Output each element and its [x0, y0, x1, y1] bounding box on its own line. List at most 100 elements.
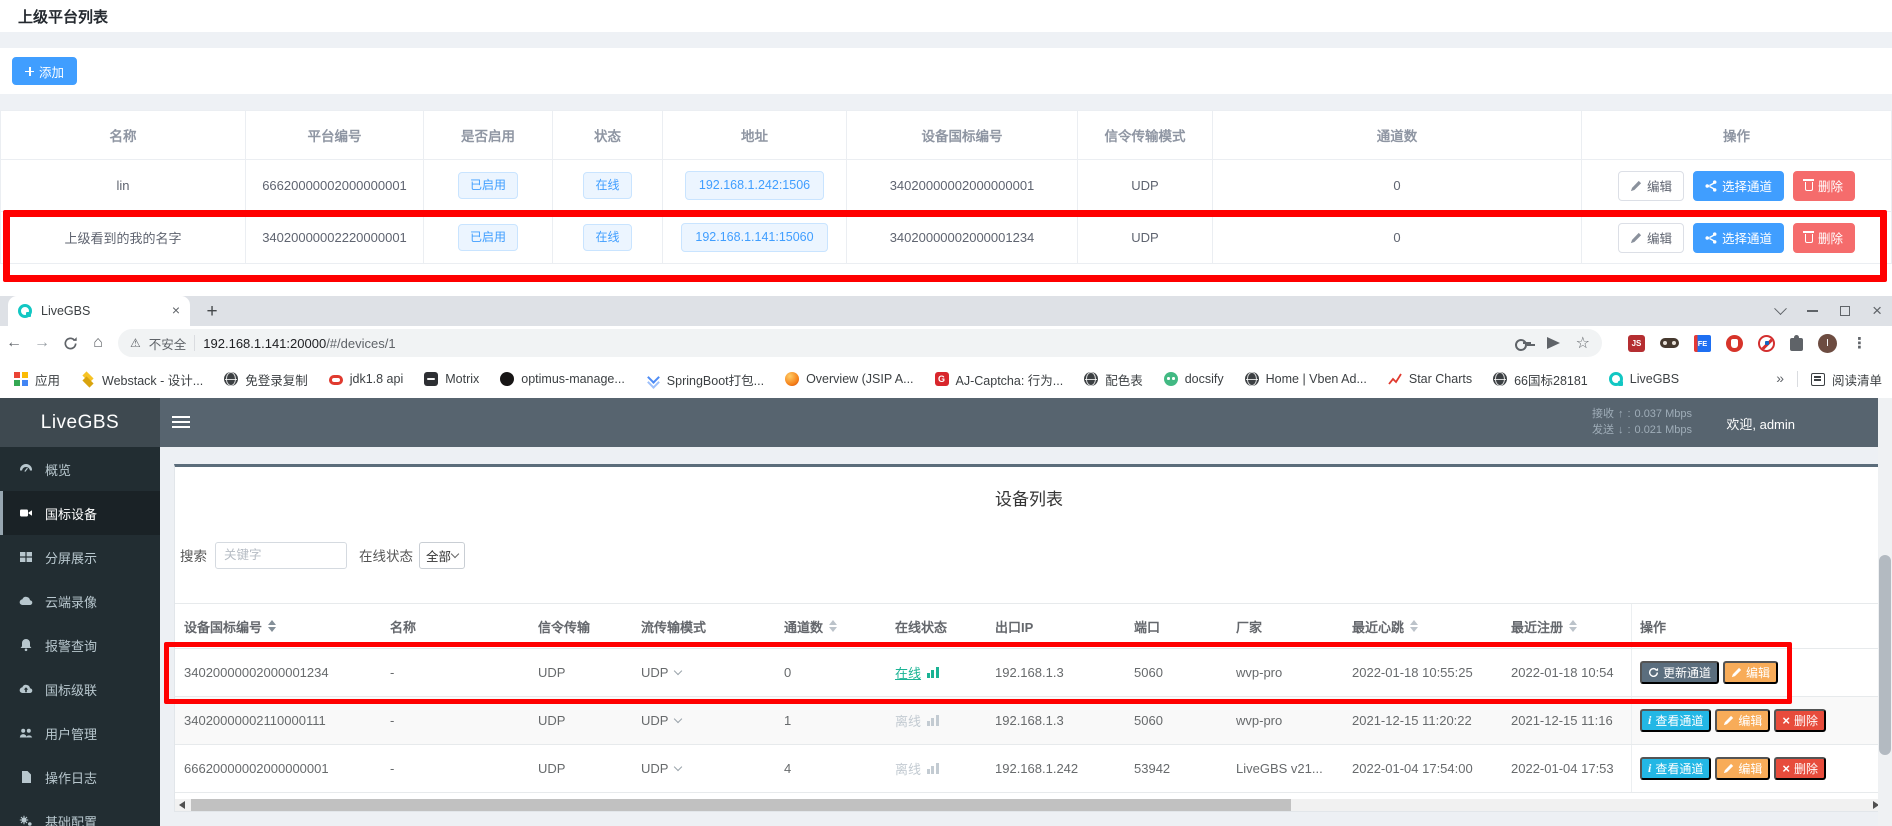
delete-button[interactable]: 删除 — [1793, 223, 1855, 253]
col-heartbeat[interactable]: 最近心跳 — [1352, 617, 1511, 636]
device-id-cell[interactable]: 34020000002000001234 — [175, 665, 390, 680]
bookmark-item[interactable]: docsify — [1164, 372, 1224, 386]
edit-button[interactable]: 编辑 — [1618, 171, 1684, 201]
bookmark-item[interactable]: 免登录复制 — [224, 370, 308, 389]
js-extension-icon[interactable] — [1628, 335, 1645, 352]
app-brand[interactable]: LiveGBS — [0, 398, 160, 447]
reading-list-button[interactable]: 阅读清单 — [1811, 370, 1882, 389]
horizontal-scrollbar[interactable] — [175, 799, 1883, 811]
device-id-cell[interactable]: 34020000002110000111 — [175, 713, 390, 728]
incognito-glasses-icon[interactable] — [1660, 338, 1679, 348]
new-tab-button[interactable] — [200, 300, 224, 324]
stream-mode-cell[interactable]: UDP — [641, 713, 784, 728]
extensions-puzzle-icon[interactable] — [1790, 338, 1803, 351]
edit-button[interactable]: 编辑 — [1723, 661, 1778, 684]
col-device-id[interactable]: 设备国标编号 — [175, 617, 390, 636]
sidebar-item-overview[interactable]: 概览 — [0, 447, 160, 491]
sidebar-item-alarm-query[interactable]: 报警查询 — [0, 623, 160, 667]
search-input[interactable] — [215, 542, 347, 569]
online-status[interactable]: 在线 — [895, 663, 921, 682]
minimize-icon[interactable] — [1807, 310, 1818, 312]
vertical-scrollbar[interactable] — [1878, 398, 1892, 826]
profile-avatar[interactable] — [1818, 334, 1837, 353]
bookmark-item[interactable]: 配色表 — [1084, 370, 1143, 389]
bookmark-item[interactable]: Motrix — [424, 372, 479, 386]
bar-chart-icon[interactable] — [927, 715, 939, 726]
stream-mode-cell[interactable]: UDP — [641, 761, 784, 776]
chevron-down-icon[interactable] — [1774, 302, 1787, 315]
sidebar-item-split-screen[interactable]: 分屏展示 — [0, 535, 160, 579]
sidebar-item-gb-cascade[interactable]: 国标级联 — [0, 667, 160, 711]
back-button[interactable] — [0, 329, 28, 357]
fe-extension-icon[interactable] — [1694, 335, 1711, 352]
send-icon[interactable] — [1547, 337, 1560, 349]
sidebar-item-basic-config[interactable]: 基础配置 — [0, 799, 160, 826]
bookmarks-overflow-icon[interactable] — [1776, 370, 1784, 388]
col-register[interactable]: 最近注册 — [1511, 617, 1622, 636]
edit-button[interactable]: 编辑 — [1715, 709, 1770, 732]
platform-row[interactable]: lin 66620000002000000001 已启用 在线 192.168.… — [0, 160, 1892, 212]
sidebar-item-user-management[interactable]: 用户管理 — [0, 711, 160, 755]
sort-icon[interactable] — [829, 620, 837, 632]
stream-mode-cell[interactable]: UDP — [641, 665, 784, 680]
password-key-icon[interactable] — [1515, 339, 1531, 347]
bookmark-item[interactable]: 66国标28181 — [1493, 370, 1588, 389]
delete-button[interactable]: 删除 — [1774, 709, 1826, 732]
browser-menu-icon[interactable] — [1852, 334, 1867, 353]
scroll-left-arrow[interactable] — [179, 801, 185, 809]
bar-chart-icon[interactable] — [927, 667, 939, 678]
browser-tab[interactable]: LiveGBS — [8, 296, 190, 326]
reload-button[interactable] — [56, 329, 84, 357]
delete-button[interactable]: 删除 — [1793, 171, 1855, 201]
bookmark-item[interactable]: Home | Vben Ad... — [1245, 372, 1367, 386]
view-channels-button[interactable]: 查看通道 — [1640, 757, 1711, 780]
address-bar[interactable]: 不安全 192.168.1.141:20000/#/devices/1 — [118, 329, 1602, 357]
bar-chart-icon[interactable] — [927, 763, 939, 774]
bookmark-item[interactable]: Webstack - 设计... — [81, 370, 203, 389]
sort-icon[interactable] — [1410, 620, 1418, 632]
sidebar-item-cloud-record[interactable]: 云端录像 — [0, 579, 160, 623]
device-id-cell[interactable]: 66620000002000000001 — [175, 761, 390, 776]
bookmark-item[interactable]: Overview (JSIP A... — [785, 372, 913, 386]
device-table-row[interactable]: 34020000002000001234 - UDP UDP 0 在线 192.… — [175, 649, 1883, 697]
edit-button[interactable]: 编辑 — [1715, 757, 1770, 780]
sort-icon[interactable] — [1569, 620, 1577, 632]
home-button[interactable] — [84, 329, 112, 357]
online-status-select[interactable]: 全部 — [419, 542, 465, 569]
col-channels[interactable]: 通道数 — [784, 617, 895, 636]
url-text[interactable]: 192.168.1.141:20000/#/devices/1 — [203, 336, 395, 351]
view-channels-button[interactable]: 查看通道 — [1640, 709, 1711, 732]
delete-button[interactable]: 删除 — [1774, 757, 1826, 780]
blocker-nosign-icon[interactable] — [1758, 335, 1775, 352]
bookmark-item[interactable]: Star Charts — [1388, 372, 1472, 386]
scrollbar-thumb[interactable] — [1879, 555, 1891, 755]
platform-row[interactable]: 上级看到的我的名字 34020000002220000001 已启用 在线 19… — [0, 212, 1892, 264]
close-window-icon[interactable] — [1872, 302, 1882, 321]
maximize-icon[interactable] — [1840, 306, 1850, 316]
bookmark-star-icon[interactable] — [1576, 333, 1590, 353]
sidebar-item-gb-devices[interactable]: 国标设备 — [0, 491, 160, 535]
forward-button[interactable] — [28, 329, 56, 357]
select-channel-button[interactable]: 选择通道 — [1693, 171, 1784, 201]
bookmark-item[interactable]: optimus-manage... — [500, 372, 625, 386]
close-tab-icon[interactable] — [172, 302, 180, 320]
device-table-row[interactable]: 34020000002110000111 - UDP UDP 1 离线 192.… — [175, 697, 1883, 745]
bookmark-item[interactable]: LiveGBS — [1609, 372, 1679, 386]
scrollbar-thumb[interactable] — [191, 799, 1291, 811]
bookmark-item[interactable]: jdk1.8 api — [329, 372, 404, 386]
bookmark-item[interactable]: SpringBoot打包... — [646, 370, 764, 389]
hamburger-menu-icon[interactable] — [172, 416, 190, 429]
warning-icon[interactable] — [130, 334, 141, 352]
edit-button[interactable]: 编辑 — [1618, 223, 1684, 253]
signal-cell: UDP — [538, 761, 641, 776]
refresh-channels-button[interactable]: 更新通道 — [1640, 661, 1719, 684]
welcome-user[interactable]: 欢迎, admin — [1726, 414, 1795, 433]
sort-icon[interactable] — [268, 620, 276, 632]
device-table-row[interactable]: 66620000002000000001 - UDP UDP 4 离线 192.… — [175, 745, 1883, 793]
bookmark-item[interactable]: AJ-Captcha: 行为... — [935, 370, 1064, 389]
add-platform-button[interactable]: 添加 — [12, 57, 77, 85]
select-channel-button[interactable]: 选择通道 — [1693, 223, 1784, 253]
adblock-hand-icon[interactable] — [1726, 335, 1743, 352]
apps-shortcut[interactable]: 应用 — [14, 370, 60, 389]
sidebar-item-operation-log[interactable]: 操作日志 — [0, 755, 160, 799]
